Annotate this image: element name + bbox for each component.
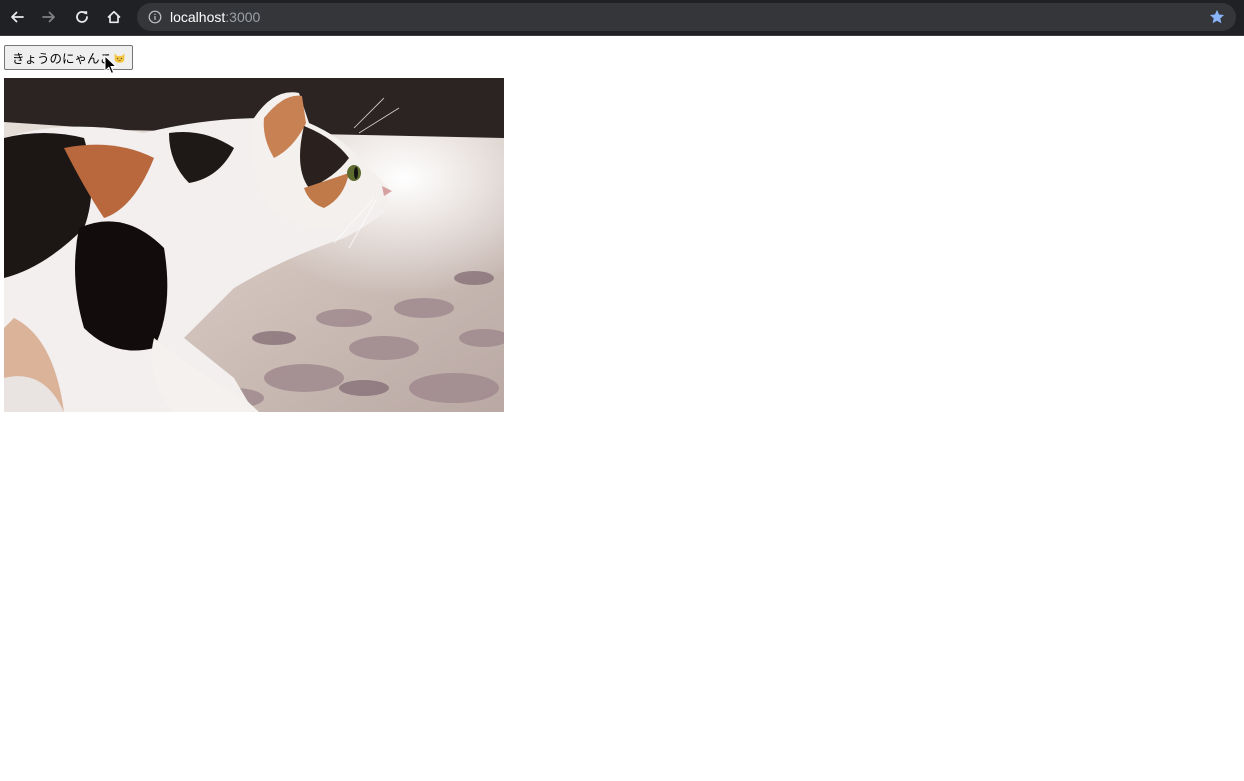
button-label: きょうのにゃんこ xyxy=(12,51,113,66)
home-button[interactable] xyxy=(103,6,125,28)
mouse-cursor-icon xyxy=(104,55,118,75)
url-host: localhost xyxy=(170,9,226,25)
reload-icon xyxy=(76,11,88,23)
info-icon[interactable] xyxy=(148,10,162,24)
star-icon[interactable] xyxy=(1208,8,1226,26)
url-port: :3000 xyxy=(225,9,261,25)
url-text: localhost:3000 xyxy=(170,9,260,25)
arrow-left-icon xyxy=(11,11,24,23)
reload-button[interactable] xyxy=(71,6,93,28)
browser-toolbar: localhost:3000 xyxy=(0,0,1244,36)
back-button[interactable] xyxy=(6,6,28,28)
arrow-right-icon xyxy=(42,11,55,23)
forward-button[interactable] xyxy=(38,6,60,28)
page-content: きょうのにゃんこ xyxy=(0,36,1244,781)
home-icon xyxy=(107,10,121,24)
calico-cat-image xyxy=(4,78,504,412)
cat-photo xyxy=(4,78,504,412)
address-bar[interactable]: localhost:3000 xyxy=(137,3,1236,31)
